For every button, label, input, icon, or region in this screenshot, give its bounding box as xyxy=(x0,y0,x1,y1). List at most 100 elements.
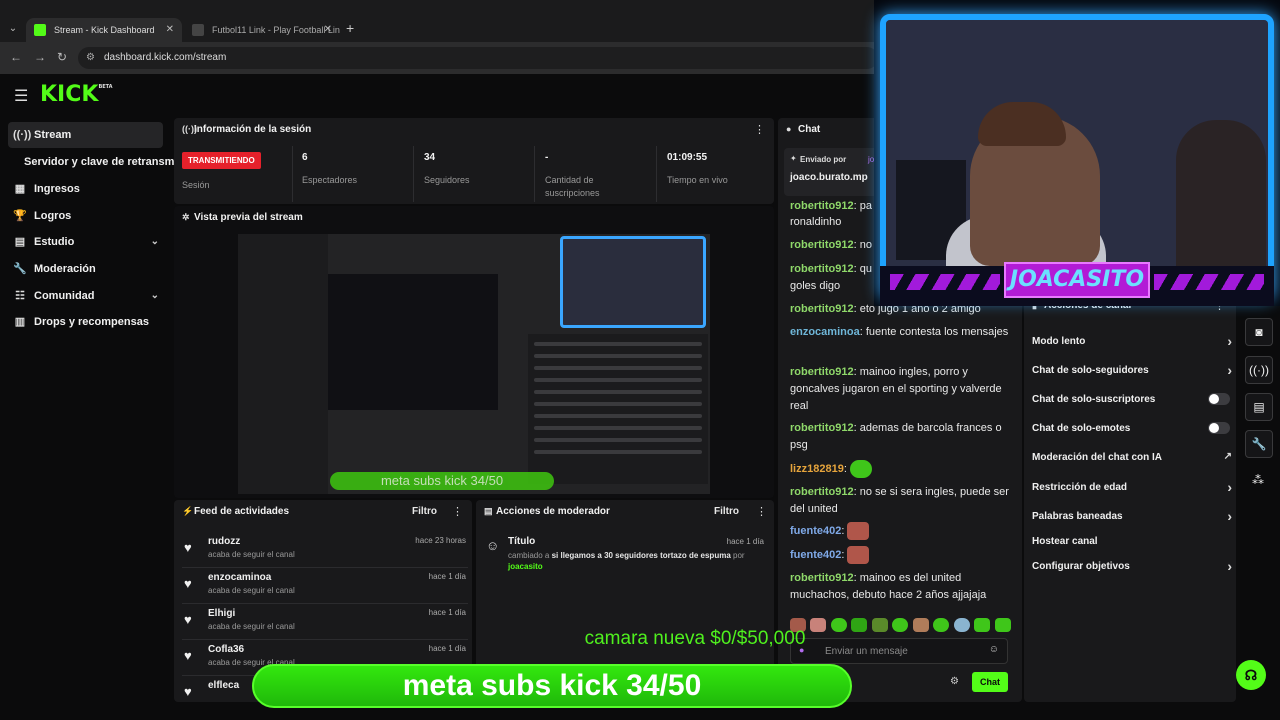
emote-icon[interactable] xyxy=(953,617,970,632)
action-slow-mode[interactable]: Modo lento › xyxy=(1032,333,1232,349)
address-bar[interactable]: ⚙ dashboard.kick.com/stream xyxy=(78,47,878,69)
emote-icon xyxy=(847,522,870,540)
webcam-nameplate: JOACASITO xyxy=(880,262,1274,306)
preview-icon: ✲ xyxy=(182,212,190,222)
sidebar-item-stream[interactable]: ((·)) Stream xyxy=(8,122,163,148)
emote-icon[interactable] xyxy=(974,617,991,632)
back-icon[interactable]: ← xyxy=(10,50,22,64)
kick-logo[interactable]: KICKBETA xyxy=(40,82,113,107)
pin-icon: ✦ xyxy=(790,154,797,163)
stream-preview-video[interactable]: meta subs kick 34/50 xyxy=(238,234,710,494)
community-icon: ☷ xyxy=(15,290,25,302)
decor-stripes xyxy=(1154,274,1264,290)
panel-title: ((·)) Información de la sesión xyxy=(182,124,312,135)
chat-message: robertito912: mainoo ingles, porro y gon… xyxy=(790,366,1002,412)
mod-filter-button[interactable]: Filtro xyxy=(714,506,739,517)
settings-icon[interactable]: ⚙ xyxy=(950,676,959,687)
chevron-right-icon: › xyxy=(1227,558,1232,574)
rail-more-icon[interactable]: ⁂ xyxy=(1252,473,1264,487)
mod-action-label: Título xyxy=(508,536,536,547)
broadcast-icon: ((·)) xyxy=(13,129,32,141)
screen: ⌄ Stream - Kick Dashboard ✕ Futbol11 Lin… xyxy=(0,0,1280,720)
emote-icon[interactable] xyxy=(851,617,868,632)
pinned-by-label: Enviado por xyxy=(800,155,847,164)
site-info-icon[interactable]: ⚙ xyxy=(86,47,95,69)
webcam-frame xyxy=(880,14,1274,300)
tab-futbol11[interactable]: Futbol11 Link - Play Football Lin ✕ xyxy=(184,18,340,42)
wrench-icon: 🔧 xyxy=(13,263,27,275)
panel-title: ● Chat xyxy=(786,124,821,135)
broadcast-icon: ((·)) xyxy=(182,124,197,134)
emote-icon[interactable] xyxy=(871,617,888,632)
emote-icon[interactable] xyxy=(994,617,1011,632)
external-link-icon: ↗ xyxy=(1223,451,1232,462)
rail-wrench-icon[interactable]: 🔧 xyxy=(1245,430,1273,458)
divider xyxy=(413,146,414,202)
sidebar-item-server-key[interactable]: Servidor y clave de retransmisión xyxy=(8,149,200,175)
sidebar-item-ingresos[interactable]: ▦ Ingresos xyxy=(8,176,163,202)
menu-icon[interactable]: ☰ xyxy=(14,86,28,106)
panel-title: ▤ Acciones de moderador xyxy=(484,506,610,517)
chevron-right-icon: › xyxy=(1227,362,1232,378)
action-configure-goals[interactable]: Configurar objetivos › xyxy=(1032,558,1232,574)
send-chat-button[interactable]: Chat xyxy=(972,672,1008,692)
decor-stripes xyxy=(890,274,1000,290)
emote-icon[interactable] xyxy=(933,617,950,632)
action-followers-only[interactable]: Chat de solo-seguidores › xyxy=(1032,362,1232,378)
chevron-right-icon: › xyxy=(1227,508,1232,524)
heart-icon: ♥ xyxy=(184,576,192,591)
emote-icon[interactable] xyxy=(830,617,847,632)
preview-goal-bar: meta subs kick 34/50 xyxy=(330,472,554,490)
preview-sidebar xyxy=(238,234,328,494)
heart-icon: ♥ xyxy=(184,540,192,555)
sidebar-item-logros[interactable]: 🏆 Logros xyxy=(8,203,163,229)
tab-title: Futbol11 Link - Play Football Lin xyxy=(212,25,340,35)
sidebar-item-estudio[interactable]: ▤ Estudio ⌄ xyxy=(8,229,163,255)
chat-message: fuente402: xyxy=(790,546,1012,564)
live-status-badge: TRANSMITIENDO xyxy=(182,152,261,169)
tab-kick-dashboard[interactable]: Stream - Kick Dashboard ✕ xyxy=(26,18,182,42)
emote-quickbar[interactable] xyxy=(790,616,1018,632)
emote-icon[interactable] xyxy=(892,617,909,632)
action-age-restriction[interactable]: Restricción de edad › xyxy=(1032,479,1232,495)
chat-message: robertito912: no se si sera ingles, pued… xyxy=(790,486,1009,515)
feed-filter-button[interactable]: Filtro xyxy=(412,506,437,517)
more-options-icon[interactable]: ⋮ xyxy=(756,505,767,518)
support-chat-icon[interactable]: ☊ xyxy=(1236,660,1266,690)
subs-only-toggle[interactable] xyxy=(1208,393,1230,405)
webcam-second-person xyxy=(1176,120,1266,290)
emotes-only-toggle[interactable] xyxy=(1208,422,1230,434)
heart-icon: ♥ xyxy=(184,684,192,699)
action-host-channel[interactable]: Hostear canal xyxy=(1032,536,1232,547)
chat-message: robertito912: ademas de barcola frances … xyxy=(790,422,1002,451)
close-icon[interactable]: ✕ xyxy=(166,18,174,42)
chat-input[interactable]: ● Enviar un mensaje ☺ xyxy=(790,638,1008,664)
rail-broadcast-icon[interactable]: ((·)) xyxy=(1245,356,1273,384)
close-icon[interactable]: ✕ xyxy=(324,18,332,42)
more-options-icon[interactable]: ⋮ xyxy=(754,123,765,136)
preview-webcam xyxy=(560,236,706,328)
chat-input-placeholder: Enviar un mensaje xyxy=(825,646,908,657)
action-banned-words[interactable]: Palabras baneadas › xyxy=(1032,508,1232,524)
new-tab-icon[interactable]: + xyxy=(346,20,354,36)
sidebar-item-moderacion[interactable]: 🔧 Moderación xyxy=(8,256,163,282)
divider xyxy=(534,146,535,202)
chevron-right-icon: › xyxy=(1227,333,1232,349)
rail-layout-icon[interactable]: ▤ xyxy=(1245,393,1273,421)
tab-search-icon[interactable]: ⌄ xyxy=(4,20,22,38)
url-text: dashboard.kick.com/stream xyxy=(104,52,227,63)
rail-chat-icon[interactable]: ◙ xyxy=(1245,318,1273,346)
more-options-icon[interactable]: ⋮ xyxy=(452,505,463,518)
chevron-down-icon: ⌄ xyxy=(150,236,159,247)
sidebar-item-drops[interactable]: ▥ Drops y recompensas xyxy=(8,309,163,335)
emote-icon[interactable] xyxy=(912,617,929,632)
chevron-right-icon: › xyxy=(1227,479,1232,495)
forward-icon[interactable]: → xyxy=(34,50,46,64)
session-label: Sesión xyxy=(182,180,210,190)
sidebar-item-comunidad[interactable]: ☷ Comunidad ⌄ xyxy=(8,283,163,309)
emoji-icon[interactable]: ☺ xyxy=(989,644,999,655)
reload-icon[interactable]: ↻ xyxy=(57,50,67,64)
action-ai-moderation[interactable]: Moderación del chat con IA ↗ xyxy=(1032,451,1232,463)
feed-item: ♥ Elhigi acaba de seguir el canal hace 1… xyxy=(182,604,468,640)
studio-icon: ▤ xyxy=(14,236,26,248)
